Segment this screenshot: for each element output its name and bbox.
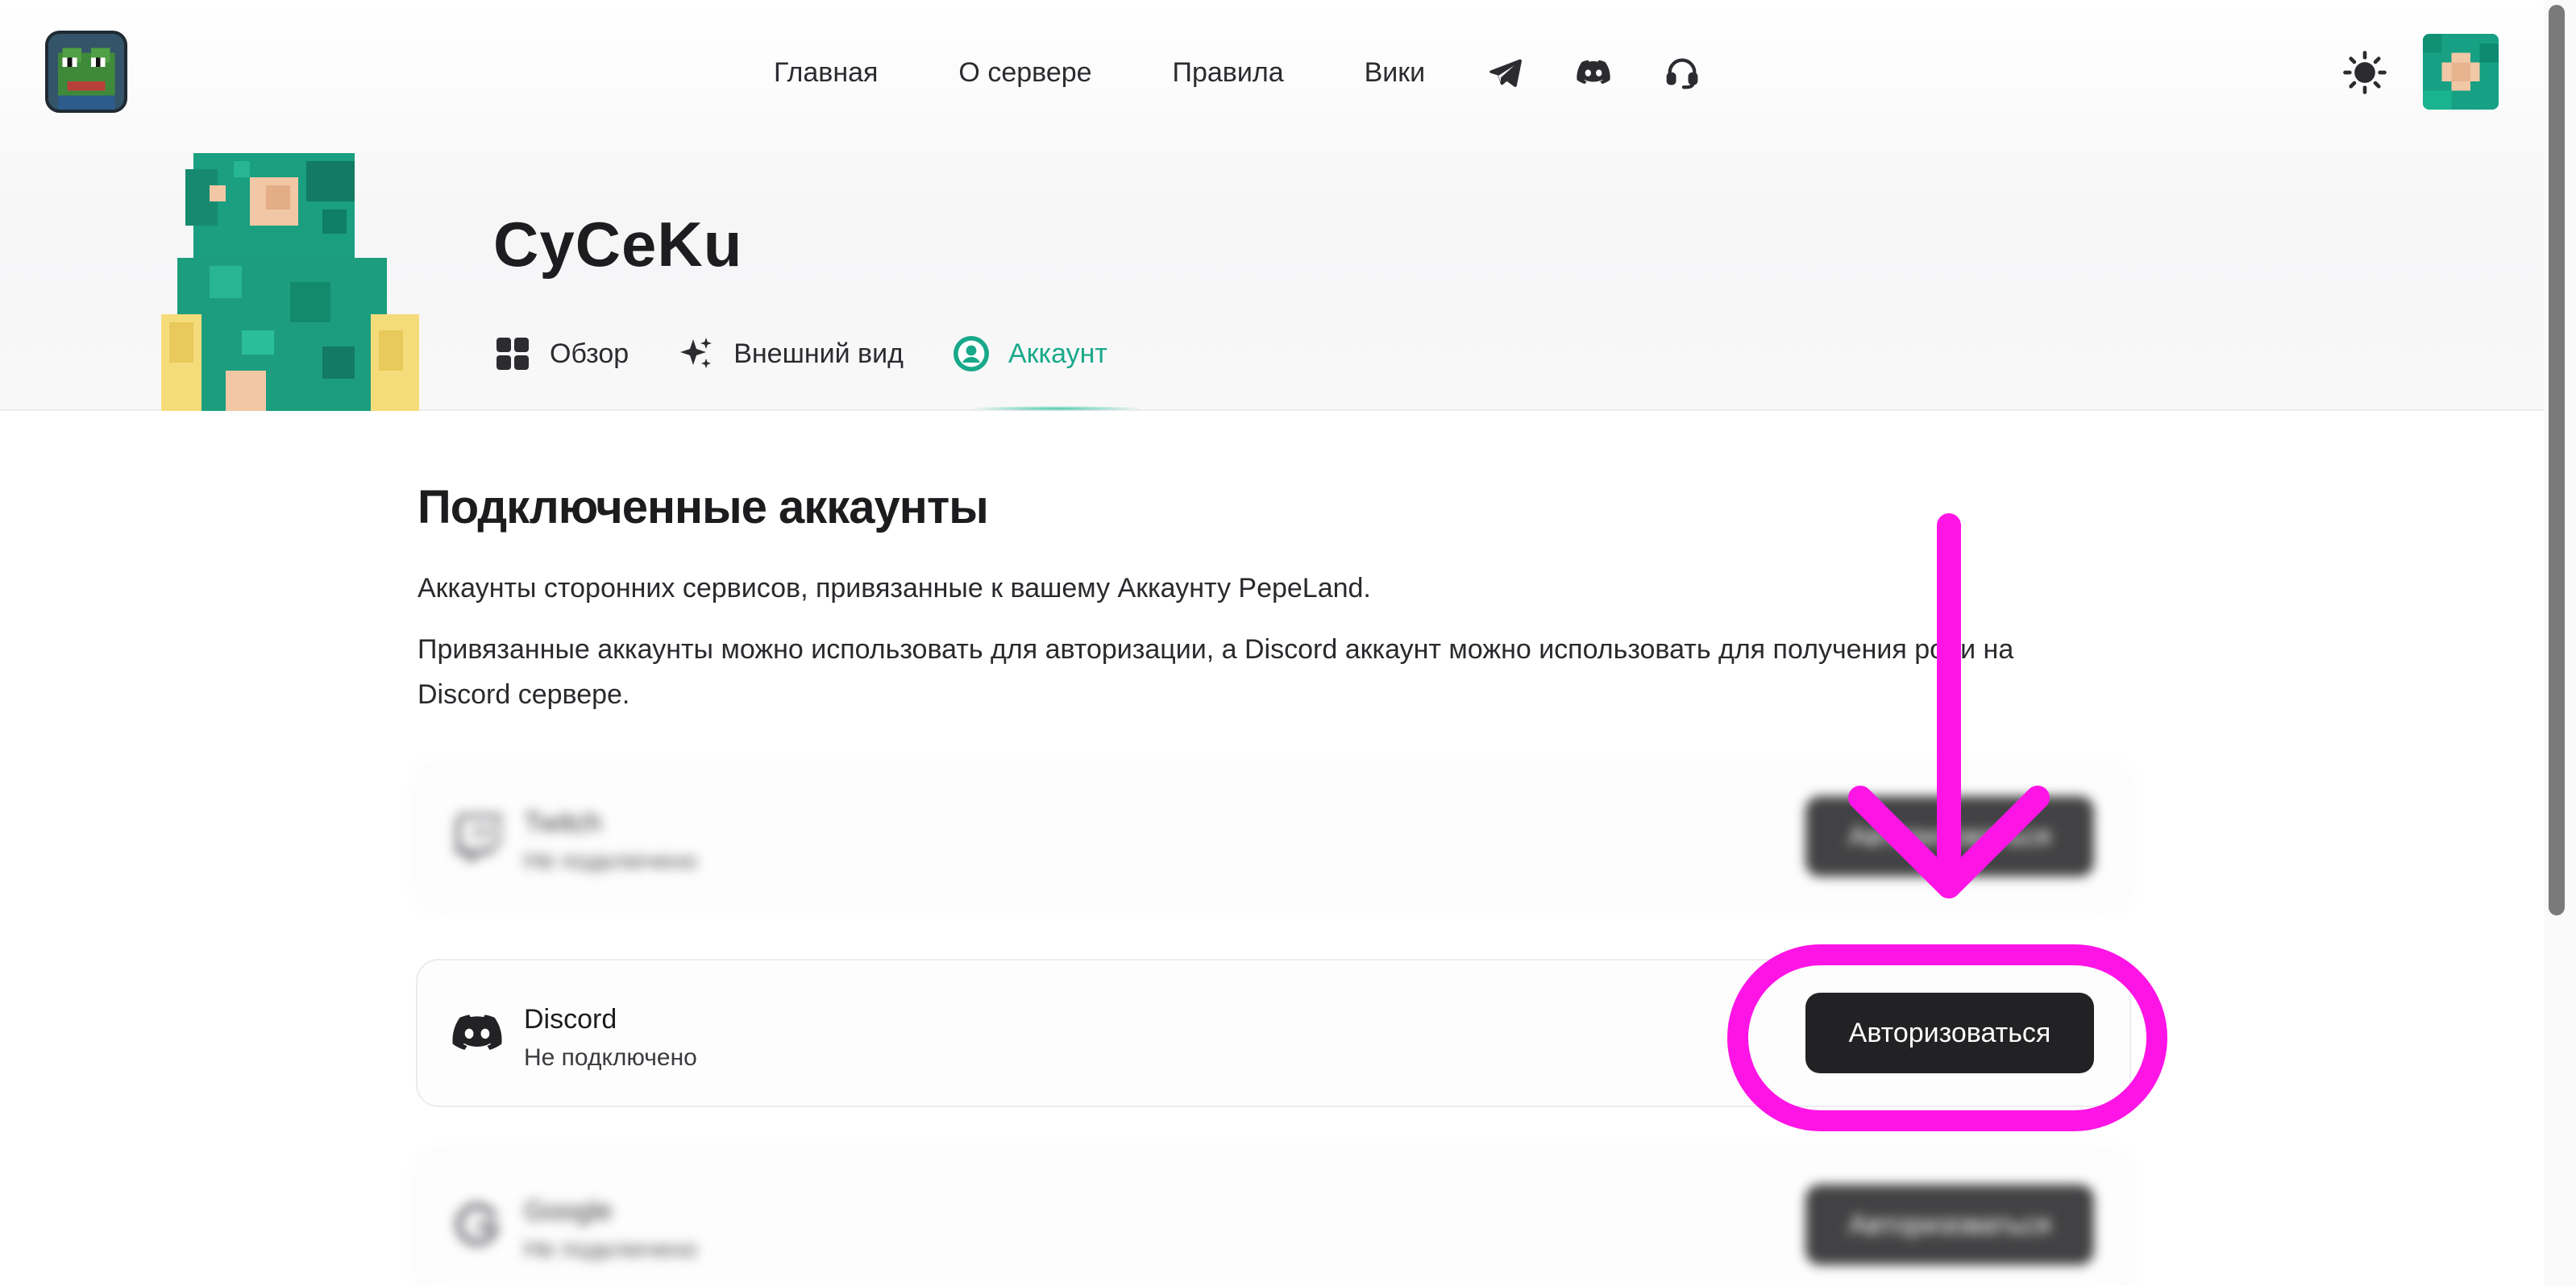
tab-account[interactable]: Аккаунт <box>952 334 1107 373</box>
nav-about-server[interactable]: О сервере <box>958 57 1091 89</box>
tab-account-label: Аккаунт <box>1008 338 1108 369</box>
grid-icon <box>497 338 529 370</box>
service-status: Не подключено <box>524 1236 697 1263</box>
authorize-button-discord[interactable]: Авторизоваться <box>1805 993 2094 1073</box>
service-card-google: Google Не подключено Авторизоваться <box>416 1151 2131 1286</box>
sun-icon[interactable] <box>2342 50 2387 95</box>
service-status: Не подключено <box>524 848 697 874</box>
section-description: Аккаунты сторонних сервисов, привязанные… <box>418 573 1371 604</box>
tab-appearance-label: Внешний вид <box>733 338 904 369</box>
user-avatar[interactable] <box>2423 34 2499 110</box>
twitch-icon <box>450 809 505 864</box>
service-card-discord: Discord Не подключено Авторизоваться <box>416 959 2131 1107</box>
google-icon <box>450 1197 505 1252</box>
service-status: Не подключено <box>524 1044 697 1071</box>
service-card-twitch: Twitch Не подключено Авторизоваться <box>416 762 2131 911</box>
service-name: Twitch <box>524 807 602 838</box>
headset-icon[interactable] <box>1664 54 1701 91</box>
service-name: Discord <box>524 1004 617 1035</box>
account-icon <box>953 336 989 371</box>
main-nav: Главная О сервере Правила Вики <box>774 48 1752 97</box>
sparkles-icon <box>680 338 713 368</box>
tab-appearance[interactable]: Внешний вид <box>677 334 904 373</box>
scrollbar-thumb[interactable] <box>2549 5 2565 915</box>
nav-rules[interactable]: Правила <box>1173 57 1284 89</box>
profile-tabs: Обзор Внешний вид Аккаунт <box>493 334 1156 373</box>
discord-icon <box>450 1006 505 1060</box>
section-description-discord: Привязанные аккаунты можно использовать … <box>418 634 2014 710</box>
active-tab-indicator <box>972 406 1141 411</box>
tab-overview-label: Обзор <box>550 338 629 369</box>
player-skin-image <box>161 153 427 411</box>
section-title: Подключенные аккаунты <box>418 481 989 533</box>
discord-icon[interactable] <box>1575 54 1612 91</box>
profile-hero: Главная О сервере Правила Вики CyCeKu Об… <box>0 0 2576 411</box>
nav-home[interactable]: Главная <box>774 57 878 89</box>
site-logo[interactable] <box>45 31 127 113</box>
tab-overview[interactable]: Обзор <box>493 334 629 373</box>
authorize-button-google[interactable]: Авторизоваться <box>1805 1184 2094 1265</box>
authorize-button-twitch[interactable]: Авторизоваться <box>1805 796 2094 877</box>
nav-wiki[interactable]: Вики <box>1365 57 1426 89</box>
telegram-icon[interactable] <box>1486 54 1523 91</box>
profile-username: CyCeKu <box>493 209 743 280</box>
page-scrollbar[interactable] <box>2544 0 2576 1286</box>
service-name: Google <box>524 1196 613 1226</box>
